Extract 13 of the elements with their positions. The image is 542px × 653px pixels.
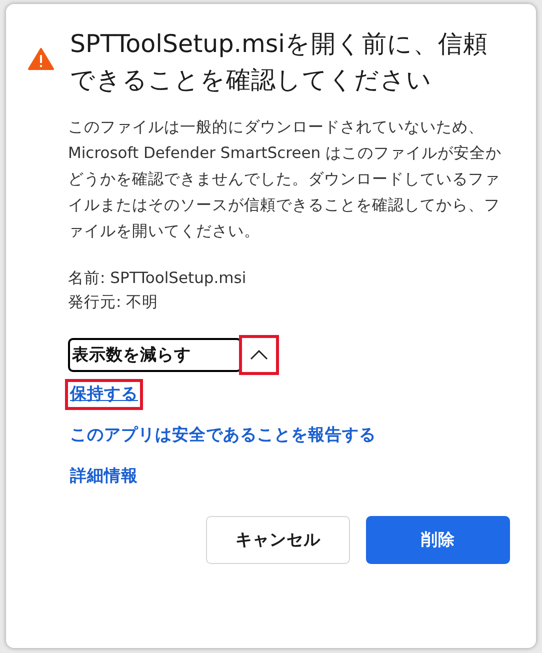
chevron-icon [250,350,268,360]
show-less-toggle[interactable]: 表示数を減らす [68,338,242,372]
detail-text: 名前: SPTToolSetup.msi [68,268,248,289]
detail-text: 発行元: 不明 [68,292,160,313]
link[interactable]: このアプリは安全であることを報告する [68,422,378,448]
link[interactable]: 詳細情報 [68,464,140,488]
dialog-title: SPTToolSetup.msiを開く前に、信頼できることを確認してください [70,28,489,96]
collapse-button[interactable] [242,338,276,372]
message-text: このファイルは一般的にダウンロードされていないため、Microsoft Defender SmartScreen はこのファイルが安全かどうかを確認できませんでした。ダウンロードしているファイルまたはそのソースが信頼できることを確認してから、ファイルを開いてください。 [68,117,502,242]
warning-icon [28,48,54,70]
link[interactable]: 保持する [68,382,140,407]
delete-button[interactable]: 削除 [366,516,510,564]
cancel-button[interactable]: キャンセル [206,516,350,564]
